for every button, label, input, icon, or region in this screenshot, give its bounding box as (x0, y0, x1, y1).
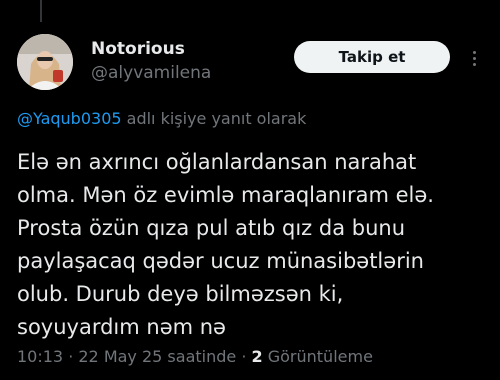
author-display-name[interactable]: Notorious (91, 38, 185, 60)
tweet-text-line: olub. Durub deyə bilməzsən ki, (17, 282, 344, 306)
meta-separator: · (63, 347, 79, 366)
more-dot (472, 56, 476, 60)
tweet-text: Elə ən axrıncı oğlanlardansan narahat ol… (17, 146, 487, 344)
tweet-text-line: Elə ən axrıncı oğlanlardansan narahat (17, 150, 417, 174)
follow-button[interactable]: Takip et (294, 41, 450, 73)
tweet-timestamp-time[interactable]: 10:13 (17, 347, 63, 366)
author-handle[interactable]: @alyvamilena (91, 62, 211, 84)
avatar-image (17, 34, 73, 90)
more-dots-vertical-icon[interactable] (462, 44, 486, 72)
reply-mention-link[interactable]: @Yaqub0305 (17, 109, 122, 128)
reply-context-suffix: adlı kişiye yanıt olarak (121, 109, 307, 128)
tweet-text-line: olma. Mən öz evimlə maraqlanıram elə. (17, 183, 434, 207)
meta-separator: · (236, 347, 252, 366)
tweet-meta: 10:13 · 22 May 25 saatinde · 2 Görüntüle… (17, 346, 373, 368)
avatar[interactable] (17, 34, 73, 90)
tweet-text-line: paylaşacaq qədər ucuz münasibətlərin (17, 249, 424, 273)
more-dot (472, 62, 476, 66)
tweet-text-line: Prosta özün qıza pul atıb qız da bunu (17, 216, 406, 240)
tweet-text-line: soyuyardım nəm nə (17, 315, 226, 339)
views-label: Görüntüleme (262, 347, 373, 366)
more-dot (472, 50, 476, 54)
views-count: 2 (251, 347, 263, 366)
reply-context: @Yaqub0305 adlı kişiye yanıt olarak (17, 108, 306, 130)
tweet-timestamp-date[interactable]: 22 May 25 saatinde (78, 347, 236, 366)
thread-connector-line (40, 0, 42, 22)
